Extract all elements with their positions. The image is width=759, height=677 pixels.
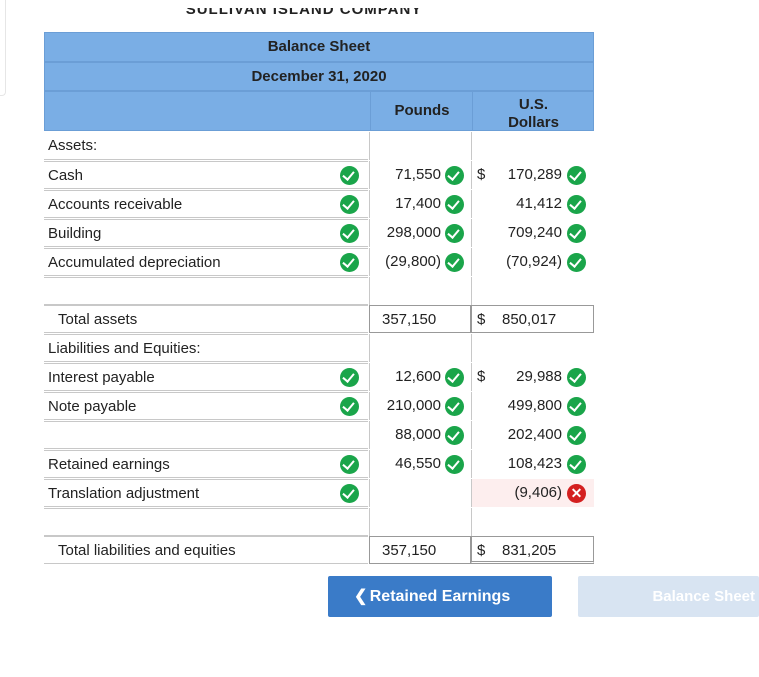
check-icon: [445, 426, 464, 445]
check-icon: [445, 368, 464, 387]
row-label[interactable]: Translation adjustment: [44, 479, 368, 507]
usd-cell: $850,017: [471, 305, 594, 333]
table-row: Note payable 210,000 499,800: [44, 392, 594, 421]
row-label: Assets:: [44, 132, 368, 160]
table-row: Cash 71,550 $170,289: [44, 161, 594, 190]
row-label[interactable]: Retained earnings: [44, 450, 368, 478]
table-row: Accounts receivable 17,400 41,412: [44, 190, 594, 219]
check-icon: [340, 166, 359, 185]
spacer-row: [44, 508, 594, 537]
check-icon: [445, 166, 464, 185]
check-icon: [445, 195, 464, 214]
table-row: Total assets 357,150 $850,017: [44, 305, 594, 334]
check-icon: [567, 224, 586, 243]
check-icon: [340, 455, 359, 474]
pounds-header: Pounds: [370, 92, 473, 130]
table-row: Liabilities and Equities:: [44, 334, 594, 363]
row-label: Total liabilities and equities: [44, 536, 368, 564]
sheet-title: Balance Sheet: [44, 32, 594, 62]
check-icon: [567, 253, 586, 272]
check-icon: [445, 253, 464, 272]
chevron-left-icon: ❮: [354, 588, 368, 605]
check-icon: [567, 195, 586, 214]
spacer-row: [44, 277, 594, 306]
check-icon: [445, 455, 464, 474]
usd-cell: [471, 132, 594, 160]
check-icon: [445, 397, 464, 416]
sheet-date: December 31, 2020: [44, 62, 594, 91]
check-icon: [340, 368, 359, 387]
pounds-cell[interactable]: [369, 479, 471, 507]
check-icon: [567, 166, 586, 185]
usd-header: U.S. Dollars: [472, 92, 594, 131]
error-x-icon: ✕: [567, 484, 586, 503]
check-icon: [567, 426, 586, 445]
pounds-cell: [369, 132, 471, 160]
check-icon: [567, 397, 586, 416]
check-icon: [567, 455, 586, 474]
check-icon: [340, 195, 359, 214]
column-headers: Pounds U.S. Dollars: [44, 91, 594, 131]
check-icon: [340, 224, 359, 243]
row-label[interactable]: Building: [44, 219, 368, 247]
row-label[interactable]: Interest payable: [44, 363, 368, 391]
check-icon: [340, 253, 359, 272]
check-icon: [340, 397, 359, 416]
table-row: Retained earnings 46,550 108,423: [44, 450, 594, 479]
check-icon: [567, 368, 586, 387]
row-label: Liabilities and Equities:: [44, 334, 368, 362]
table-row: Interest payable 12,600 $29,988: [44, 363, 594, 392]
check-icon: [445, 224, 464, 243]
table-row: Accumulated depreciation (29,800) (70,92…: [44, 248, 594, 277]
row-label: Total assets: [44, 305, 368, 333]
table-row: Assets:: [44, 132, 594, 161]
usd-cell: $831,205: [471, 536, 594, 564]
row-label[interactable]: Note payable: [44, 392, 368, 420]
prev-retained-earnings-button[interactable]: ❮ Retained Earnings: [328, 576, 552, 617]
pounds-cell: 357,150: [369, 305, 471, 333]
row-label[interactable]: [44, 421, 368, 449]
row-label[interactable]: Accumulated depreciation: [44, 248, 368, 276]
company-name-cut: SULLIVAN ISLAND COMPANY: [185, 8, 423, 18]
row-label[interactable]: Cash: [44, 161, 368, 189]
next-balance-sheet-button[interactable]: Balance Sheet: [578, 576, 759, 617]
table-row: Total liabilities and equities 357,150 $…: [44, 536, 594, 565]
row-label[interactable]: Accounts receivable: [44, 190, 368, 218]
check-icon: [340, 484, 359, 503]
table-row: Building 298,000 709,240: [44, 219, 594, 248]
table-row: Translation adjustment (9,406) ✕: [44, 479, 594, 508]
table-row: 88,000 202,400: [44, 421, 594, 450]
pounds-cell: 357,150: [369, 536, 471, 564]
panel-edge: [0, 0, 6, 96]
